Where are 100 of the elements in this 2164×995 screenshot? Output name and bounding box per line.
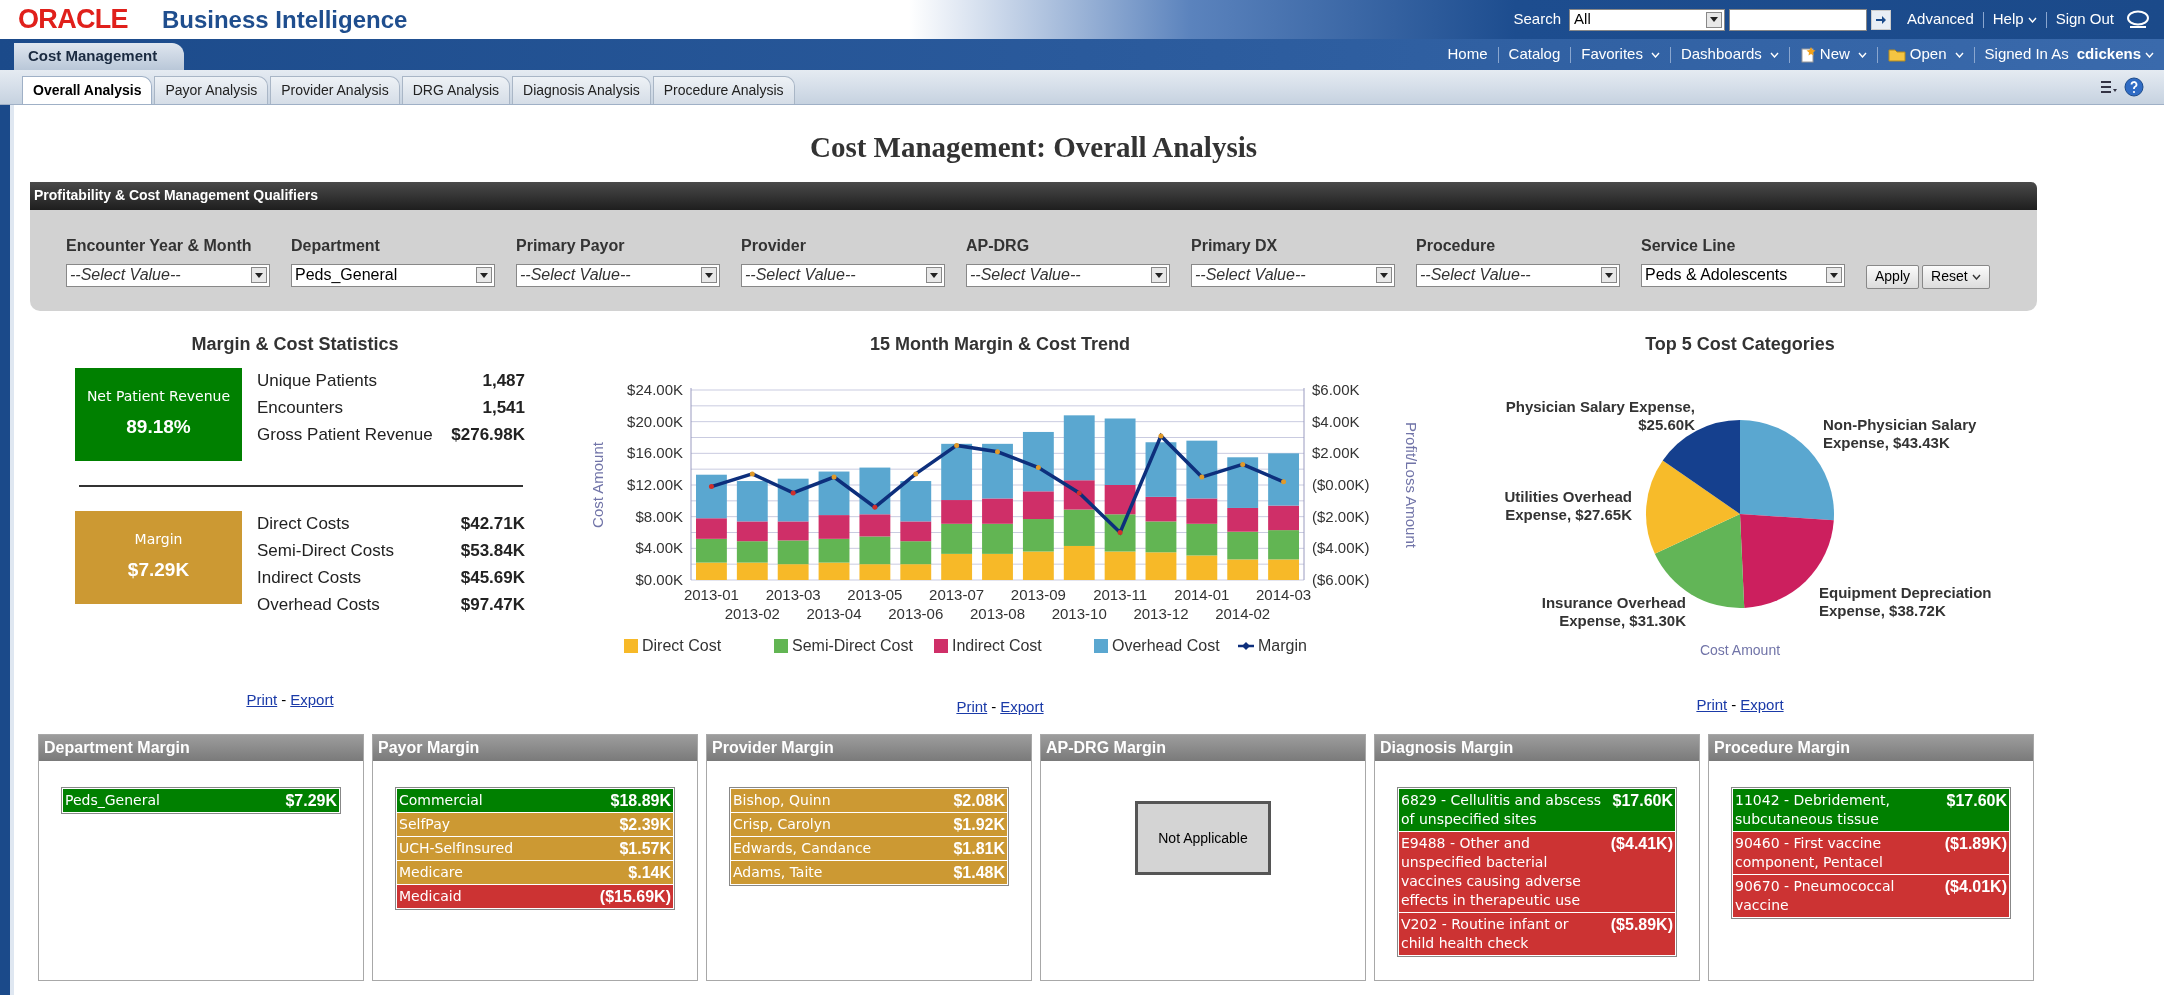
bar-segment [818, 538, 850, 563]
prompt-select[interactable]: Peds_General [291, 263, 495, 287]
legend-label: Direct Cost [642, 635, 722, 656]
caret-icon [2027, 16, 2037, 23]
page-tab[interactable]: Overall Analysis [22, 76, 153, 104]
nav-link[interactable]: Open [1887, 43, 1964, 66]
caret-icon [1650, 51, 1660, 58]
axis-title: Profit/Loss Amount [1403, 421, 1420, 548]
help-icon[interactable] [2124, 77, 2144, 97]
qualifiers-header: Profitability & Cost Management Qualifiers [30, 181, 2037, 210]
export-link[interactable]: Export [290, 688, 334, 711]
qualifier-button[interactable]: Reset [1922, 264, 1990, 289]
row-value: ($4.41K) [1610, 834, 1673, 853]
search-scope-select[interactable]: All [1569, 8, 1726, 31]
prompt-select[interactable]: --Select Value-- [66, 263, 270, 287]
bar-segment [1104, 551, 1136, 580]
header-link[interactable]: Help [1992, 8, 2037, 31]
x-axis-label: 2013-07 [929, 585, 985, 603]
nav-link[interactable]: Favorites [1581, 43, 1660, 66]
stat-label: Encounters [257, 397, 343, 420]
row-label: Medicare [399, 863, 464, 882]
header-link[interactable]: Sign Out [2055, 8, 2114, 31]
nav-link[interactable]: Home [1447, 43, 1488, 66]
legend-line-icon [1238, 641, 1254, 650]
search-field[interactable] [1729, 8, 1868, 31]
row-value: $17.60K [1612, 791, 1673, 810]
prompt-select[interactable]: --Select Value-- [966, 263, 1170, 287]
bar-segment [1268, 529, 1299, 559]
bar-segment [1022, 518, 1054, 551]
row-value: $.14K [628, 863, 671, 882]
prompt-label: Department [291, 235, 381, 256]
stat-value: 1,541 [482, 397, 525, 420]
print-link[interactable]: Print [1696, 693, 1728, 716]
row-value: $1.81K [953, 839, 1005, 858]
product-name: Business Intelligence [161, 4, 408, 35]
stat-value: 1,487 [482, 370, 525, 393]
x-axis-label: 2013-05 [847, 585, 903, 603]
panel-header: Diagnosis Margin [1375, 735, 1699, 761]
export-link[interactable]: Export [1740, 693, 1784, 716]
print-link[interactable]: Print [956, 695, 988, 718]
list-icon[interactable] [2100, 80, 2118, 94]
message-box: Not Applicable [1135, 801, 1271, 875]
row-value: $2.39K [619, 815, 671, 834]
dashboard-tab[interactable]: Cost Management [14, 43, 184, 70]
section-title: Top 5 Cost Categories [1645, 332, 1835, 356]
new-document-icon [1799, 46, 1816, 63]
prompt-select[interactable]: Peds & Adolescents [1641, 263, 1845, 287]
prompt-select[interactable]: --Select Value-- [516, 263, 720, 287]
kpi-label: Net Patient Revenue [86, 387, 231, 407]
legend-swatch [934, 638, 948, 653]
bar-segment [1063, 509, 1095, 546]
page-tab[interactable]: Procedure Analysis [652, 76, 795, 104]
nav-link[interactable]: Signed In As [1984, 43, 2069, 66]
y2-tick-label: $2.00K [1312, 443, 1360, 461]
legend-swatch [624, 638, 638, 653]
bar-segment [900, 540, 932, 564]
bar-segment [982, 523, 1013, 554]
x-axis-label: 2014-01 [1174, 585, 1230, 603]
bar-segment [941, 523, 973, 554]
row-label: 11042 - Debridement, subcutaneous tissue [1735, 791, 1891, 829]
bar-segment [982, 553, 1013, 580]
x-axis-label: 2013-06 [888, 604, 944, 622]
prompt-select[interactable]: --Select Value-- [1191, 263, 1395, 287]
header-link[interactable]: Advanced [1907, 8, 1974, 31]
slice-label: Physician Salary Expense, $25.60K [1504, 397, 1695, 434]
slice-label: Equipment Depreciation Expense, $38.72K [1819, 583, 1993, 620]
nav-link[interactable]: Dashboards [1680, 43, 1779, 66]
legend-label: Semi-Direct Cost [792, 635, 913, 656]
stat-value: $276.98K [451, 424, 525, 447]
page-tab[interactable]: Diagnosis Analysis [512, 76, 651, 104]
print-link[interactable]: Print [246, 688, 278, 711]
row-value: $1.48K [953, 863, 1005, 882]
page-tab[interactable]: Provider Analysis [270, 76, 400, 104]
user-menu[interactable]: cdickens [2076, 43, 2154, 66]
panel-header: Payor Margin [373, 735, 697, 761]
stat-value: $53.84K [460, 540, 525, 563]
page-tab[interactable]: DRG Analysis [401, 76, 510, 104]
legend-label: Margin [1258, 635, 1307, 656]
bar-segment [1186, 523, 1218, 555]
page-tab[interactable]: Payor Analysis [154, 76, 269, 104]
export-link[interactable]: Export [1000, 695, 1044, 718]
row-label: Peds_General [65, 791, 161, 810]
y2-tick-label: $6.00K [1312, 380, 1360, 398]
nav-link[interactable]: Catalog [1508, 43, 1561, 66]
row-label: UCH-SelfInsured [399, 839, 515, 858]
bar-segment [1145, 551, 1177, 580]
caret-icon [1769, 51, 1779, 58]
x-axis-label: 2013-12 [1133, 604, 1189, 622]
prompt-label: Primary Payor [516, 235, 626, 256]
caret-icon [2145, 51, 2154, 58]
prompt-select[interactable]: --Select Value-- [1416, 263, 1620, 287]
qualifier-button[interactable]: Apply [1866, 264, 1920, 289]
prompt-select[interactable]: --Select Value-- [741, 263, 945, 287]
row-label: SelfPay [399, 815, 451, 834]
panel-header: AP-DRG Margin [1041, 735, 1365, 761]
y2-tick-label: ($0.00K) [1312, 475, 1370, 493]
y2-tick-label: ($2.00K) [1312, 507, 1370, 525]
nav-link[interactable]: New [1799, 43, 1867, 66]
chat-bubble-icon[interactable] [2126, 9, 2150, 30]
bar-segment [1186, 554, 1218, 580]
